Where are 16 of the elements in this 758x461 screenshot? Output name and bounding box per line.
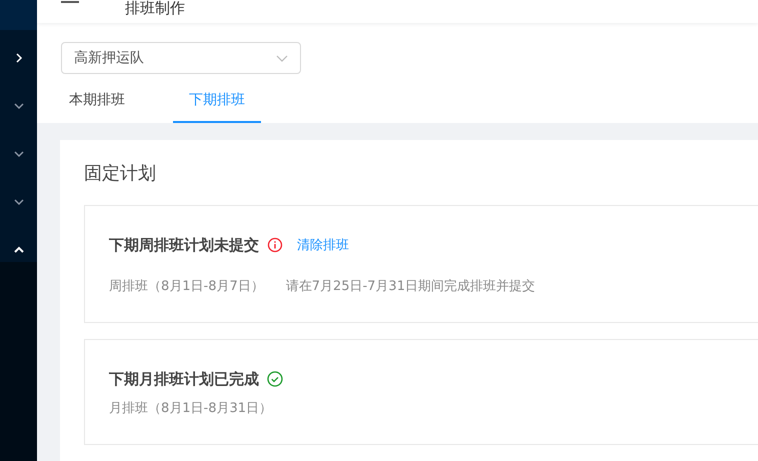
chevron-down-icon[interactable] — [14, 149, 24, 159]
tab[interactable]: 本期排班 — [53, 90, 141, 123]
chevron-down-icon — [276, 54, 288, 62]
plan-title: 下期周排班计划未提交 — [109, 235, 259, 256]
plan-title: 下期月排班计划已完成 — [109, 369, 259, 390]
team-select[interactable]: 高新押运队 — [61, 42, 301, 74]
chevron-up-icon[interactable] — [14, 245, 24, 255]
sidebar-header — [0, 0, 37, 30]
chevron-down-icon[interactable] — [14, 197, 24, 207]
schedule-period: 月排班（8月1日-8月31日） — [109, 400, 272, 418]
page-title: 排班制作 — [125, 0, 185, 18]
chevron-right-icon[interactable] — [14, 53, 24, 63]
deadline-note: 请在7月25日-7月31日期间完成排班并提交 — [286, 278, 536, 296]
schedule-period: 周排班（8月1日-8月7日） — [109, 278, 264, 296]
panel-title: 固定计划 — [84, 162, 157, 186]
chevron-down-icon[interactable] — [14, 101, 24, 111]
